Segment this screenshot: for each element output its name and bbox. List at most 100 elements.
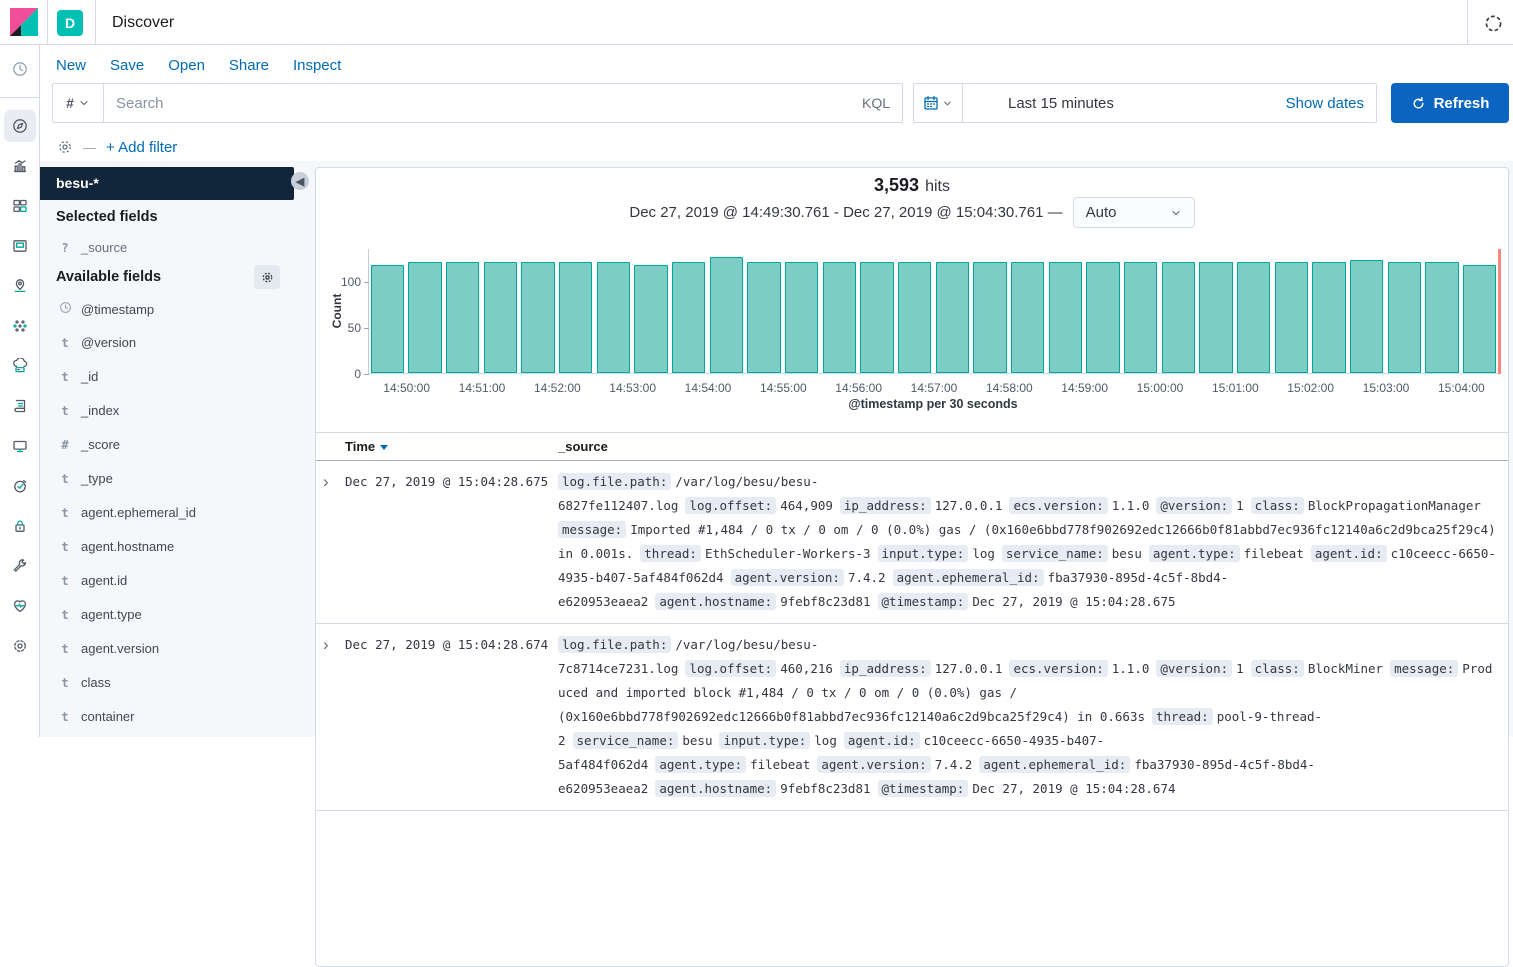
histogram-bar-15:01:00[interactable] — [1237, 262, 1271, 373]
histogram-bar-15:00:00[interactable] — [1162, 262, 1196, 373]
menu-inspect[interactable]: Inspect — [293, 57, 341, 74]
number-field-icon: # — [58, 438, 72, 452]
field-item-_id[interactable]: t_id — [58, 369, 278, 384]
field-item-agent.version[interactable]: tagent.version — [58, 641, 278, 656]
histogram-bar-14:54:30[interactable] — [747, 262, 781, 373]
histogram-bar-15:02:00[interactable] — [1312, 262, 1346, 373]
histogram-bar-14:59:00[interactable] — [1086, 262, 1120, 373]
histogram-bar-15:04:00[interactable] — [1463, 265, 1497, 373]
time-range-value[interactable]: Last 15 minutes — [963, 95, 1286, 112]
show-dates-link[interactable]: Show dates — [1286, 95, 1376, 112]
rail-item-logs[interactable] — [0, 386, 40, 426]
add-filter-link[interactable]: + Add filter — [106, 139, 177, 156]
field-item-agent.hostname[interactable]: tagent.hostname — [58, 539, 278, 554]
refresh-icon — [1411, 96, 1426, 111]
histogram-bar-14:56:00[interactable] — [860, 262, 894, 373]
histogram-bar-14:50:30[interactable] — [446, 262, 480, 373]
rail-item-siem[interactable] — [0, 506, 40, 546]
rail-item-uptime[interactable] — [0, 466, 40, 506]
field-settings-button[interactable] — [254, 265, 280, 289]
menu-new[interactable]: New — [56, 57, 86, 74]
field-item-agent.id[interactable]: tagent.id — [58, 573, 278, 588]
field-value: BlockMiner — [1308, 661, 1383, 676]
refresh-button[interactable]: Refresh — [1391, 83, 1509, 123]
field-item-_index[interactable]: t_index — [58, 403, 278, 418]
sidebar-collapse-button[interactable]: ◀ — [291, 172, 309, 190]
histogram-bar-14:52:30[interactable] — [597, 262, 631, 373]
time-column-header[interactable]: Time — [345, 439, 388, 454]
histogram-bar-15:02:30[interactable] — [1350, 260, 1384, 373]
rail-item-management[interactable] — [0, 626, 40, 666]
field-item-agent.ephemeral_id[interactable]: tagent.ephemeral_id — [58, 505, 278, 520]
field-item-@version[interactable]: t@version — [58, 335, 278, 350]
rail-item-apm[interactable] — [0, 426, 40, 466]
interval-select[interactable]: Auto — [1073, 197, 1195, 228]
histogram-bar-14:52:00[interactable] — [559, 262, 593, 373]
index-pattern-selector[interactable]: besu-* — [40, 167, 294, 200]
rail-item-infrastructure[interactable] — [0, 346, 40, 386]
search-input[interactable]: Search — [104, 95, 862, 112]
field-key-badge: agent.ephemeral_id: — [893, 569, 1044, 586]
menu-save[interactable]: Save — [110, 57, 144, 74]
management-icon — [12, 638, 28, 654]
histogram-bar-15:03:00[interactable] — [1388, 262, 1422, 373]
histogram-bar-15:00:30[interactable] — [1199, 262, 1233, 373]
histogram-bar-14:56:30[interactable] — [898, 262, 932, 373]
expand-row-icon[interactable]: › — [323, 636, 329, 653]
histogram-bar-14:58:30[interactable] — [1049, 262, 1083, 373]
field-key-badge: agent.id: — [844, 732, 920, 749]
field-item-@timestamp[interactable]: @timestamp — [58, 301, 278, 317]
field-key-badge: service_name: — [573, 732, 679, 749]
histogram-bar-15:03:30[interactable] — [1425, 262, 1459, 373]
field-item-_type[interactable]: t_type — [58, 471, 278, 486]
field-item-_source[interactable]: ?_source — [58, 240, 278, 255]
x-axis-label: @timestamp per 30 seconds — [368, 397, 1498, 411]
rail-item-canvas[interactable] — [0, 226, 40, 266]
histogram-bar-14:51:00[interactable] — [484, 262, 518, 373]
field-item-agent.type[interactable]: tagent.type — [58, 607, 278, 622]
histogram-bar-14:57:00[interactable] — [936, 262, 970, 373]
dashboard-icon — [12, 198, 28, 214]
field-key-badge: agent.version: — [817, 756, 930, 773]
rail-item-dev-tools[interactable] — [0, 546, 40, 586]
histogram-chart[interactable]: 05010014:50:0014:51:0014:52:0014:53:0014… — [368, 249, 1498, 374]
histogram-bar-14:51:30[interactable] — [521, 262, 555, 373]
kql-toggle[interactable]: KQL — [862, 95, 902, 111]
histogram-bar-14:55:30[interactable] — [823, 262, 857, 373]
field-value: log — [972, 546, 995, 561]
field-item-container[interactable]: tcontainer — [58, 709, 278, 724]
histogram-bar-14:54:00[interactable] — [710, 257, 744, 373]
kibana-logo-icon[interactable] — [10, 8, 38, 41]
histogram-bar-15:01:30[interactable] — [1275, 262, 1309, 373]
menu-share[interactable]: Share — [229, 57, 269, 74]
rail-item-machine-learning[interactable] — [0, 306, 40, 346]
filter-settings-gear-icon[interactable] — [57, 139, 73, 155]
histogram-bar-14:57:30[interactable] — [973, 262, 1007, 373]
histogram-bar-14:50:00[interactable] — [408, 262, 442, 373]
rail-item-maps[interactable] — [0, 266, 40, 306]
stack-monitoring-icon — [12, 598, 28, 614]
field-item-class[interactable]: tclass — [58, 675, 278, 690]
available-fields-title: Available fields — [56, 269, 161, 285]
calendar-button[interactable] — [914, 84, 963, 122]
menu-open[interactable]: Open — [168, 57, 205, 74]
rail-item-visualize[interactable] — [0, 146, 40, 186]
help-icon[interactable] — [1483, 13, 1503, 33]
x-tick-label: 15:04:00 — [1438, 381, 1485, 395]
histogram-bar-14:49:30[interactable] — [371, 265, 405, 373]
field-item-_score[interactable]: #_score — [58, 437, 278, 452]
histogram-bar-14:58:00[interactable] — [1011, 262, 1045, 373]
rail-item-dashboard[interactable] — [0, 186, 40, 226]
field-value: 464,909 — [780, 498, 833, 513]
header-divider — [47, 0, 48, 45]
histogram-bar-14:53:30[interactable] — [672, 262, 706, 373]
rail-item-discover[interactable] — [0, 106, 40, 146]
expand-row-icon[interactable]: › — [323, 473, 329, 490]
filter-type-button[interactable]: # — [53, 84, 104, 122]
histogram-bar-14:59:30[interactable] — [1124, 262, 1158, 373]
histogram-bar-14:53:00[interactable] — [634, 265, 668, 373]
rail-item-stack-monitoring[interactable] — [0, 586, 40, 626]
app-badge: D — [57, 10, 83, 36]
rail-item-recently-viewed[interactable] — [0, 45, 40, 93]
histogram-bar-14:55:00[interactable] — [785, 262, 819, 373]
